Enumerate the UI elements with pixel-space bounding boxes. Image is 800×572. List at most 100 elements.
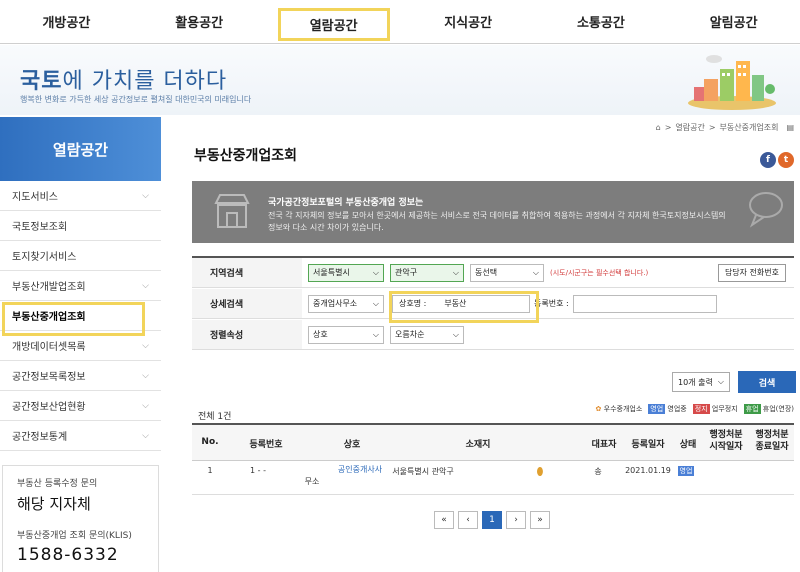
table-row[interactable]: 1 1 - - 무소 공인중개사사 서울특별시 관악구 ⬮ 송 2021.01.… [192, 461, 794, 495]
trade-name-highlight [389, 291, 539, 323]
detail-type-select[interactable]: 중개업사무소 ⌵ [308, 294, 384, 313]
info-title: 국가공간정보포털의 부동산중개업 정보는 [268, 198, 424, 208]
map-pin-icon[interactable]: ⬮ [534, 465, 546, 479]
table-header: No. 등록번호 상호 소재지 대표자 등록일자 상태 행정처분 시작일자 행정… [192, 425, 794, 461]
legend-text: 업무정지 [711, 405, 738, 413]
nav-use-space[interactable]: 활용공간 [133, 0, 266, 43]
speech-bubble-icon [749, 192, 783, 228]
sidebar-item-label: 개방데이터셋목록 [12, 342, 86, 353]
status-legend: ✿ 우수중개업소 영업 영업중 정지 업무정지 휴업 휴업(연장) [596, 404, 794, 414]
sidebar-item-label: 국토정보조회 [12, 222, 68, 233]
legend-text: 휴업(연장) [762, 405, 794, 413]
sidebar-item-land-search[interactable]: 토지찾기서비스 [0, 241, 161, 271]
cell-sub: 무소 [304, 477, 320, 486]
legend-text: 우수중개업소 [603, 405, 643, 413]
first-page-button[interactable]: « [434, 511, 454, 529]
breadcrumb-item[interactable]: 열람공간 [675, 122, 704, 133]
page-size-value: 10개 출력 [678, 377, 713, 387]
breadcrumb-sep: > [708, 123, 716, 132]
nav-communication-space[interactable]: 소통공간 [535, 0, 668, 43]
chevron-down-icon: ⌵ [717, 377, 724, 386]
banner-title-highlight: 국토 [20, 69, 63, 94]
contact-label-edit: 부동산 등록수정 문의 [17, 479, 98, 489]
last-page-button[interactable]: » [530, 511, 550, 529]
sidebar-item-land-info[interactable]: 국토정보조회 [0, 211, 161, 241]
reg-no-label: 등록번호 : [534, 299, 569, 308]
search-button[interactable]: 검색 [738, 371, 796, 393]
col-status: 상태 [679, 440, 697, 450]
sort-label: 정렬속성 [192, 320, 302, 349]
legend-tag: 영업 [648, 404, 666, 414]
page-size-select[interactable]: 10개 출력 ⌵ [672, 372, 730, 392]
contact-phone-button[interactable]: 담당자 전화번호 [717, 263, 786, 282]
sidebar-item-label: 공간정보산업현황 [12, 402, 86, 413]
home-icon[interactable]: ⌂ [656, 123, 661, 132]
chevron-down-icon: ⌵ [372, 267, 379, 277]
sort-order-value: 오름차순 [395, 330, 425, 339]
sigungu-select[interactable]: 관악구 ⌵ [390, 263, 464, 282]
banner: 국토에 가치를 더하다 행복한 변화로 가득한 세상 공간정보로 펼쳐질 대한민… [0, 45, 800, 115]
prev-page-button[interactable]: ‹ [458, 511, 478, 529]
nav-open-space[interactable]: 개방공간 [0, 0, 133, 43]
cell-name-link[interactable]: 공인중개사사 [330, 464, 390, 475]
legend-text: 영업중 [667, 405, 687, 413]
print-icon[interactable]: ▤ [786, 123, 794, 132]
city-illustration-icon [688, 55, 776, 110]
nav-browse-space[interactable]: 열람공간 [277, 8, 390, 41]
sidebar-item-spatial-catalog[interactable]: 공간정보목록정보 ⌵ [0, 361, 161, 391]
contact-value-local-gov: 해당 지자체 [17, 495, 91, 513]
chevron-down-icon: ⌵ [452, 267, 459, 277]
nav-notice-space[interactable]: 알림공간 [667, 0, 800, 43]
required-note: (시도/시군구는 필수선택 합니다.) [550, 268, 649, 277]
result-table: No. 등록번호 상호 소재지 대표자 등록일자 상태 행정처분 시작일자 행정… [192, 423, 794, 495]
reg-no-input[interactable] [572, 294, 717, 313]
dong-value: 동선택 [475, 268, 498, 277]
sidebar-item-real-estate-broker[interactable]: 부동산중개업조회 [0, 301, 161, 336]
social-share: f t [760, 152, 794, 168]
sidebar-item-label: 부동산개발업조회 [12, 282, 86, 293]
banner-subtitle: 행복한 변화로 가득한 세상 공간정보로 펼쳐질 대한민국의 미래입니다 [20, 95, 252, 104]
cell-reg-no: 1 - - [250, 466, 266, 475]
main-content: ⌂ > 열람공간 > 부동산중개업조회 ▤ 부동산중개업조회 f t 국가공간정… [192, 117, 800, 572]
chevron-down-icon: ⌵ [452, 329, 459, 339]
sidebar-item-open-dataset[interactable]: 개방데이터셋목록 ⌵ [0, 331, 161, 361]
info-description: 전국 각 지자체의 정보를 모아서 한곳에서 제공하는 서비스로 전국 데이터를… [268, 211, 726, 232]
sidebar-item-map-service[interactable]: 지도서비스 ⌵ [0, 181, 161, 211]
legend-closed: 휴업 휴업(연장) [743, 404, 794, 414]
sidebar-item-label: 부동산중개업조회 [12, 312, 86, 323]
region-label: 지역검색 [192, 258, 302, 287]
col-no: No. [201, 437, 219, 447]
col-action-start: 행정처분 시작일자 [709, 430, 743, 452]
sort-row: 정렬속성 상호 ⌵ 오름차순 ⌵ [192, 320, 794, 350]
excellent-badge-icon: ✿ [595, 405, 602, 413]
breadcrumb-sep: > [664, 123, 672, 132]
legend-open: 영업 영업중 [648, 404, 687, 414]
sort-field-value: 상호 [313, 330, 328, 339]
chevron-down-icon: ⌵ [372, 298, 379, 308]
sort-order-select[interactable]: 오름차순 ⌵ [390, 325, 464, 344]
cell-address: 서울특별시 관악구 [392, 467, 454, 476]
contact-phone: 1588-6332 [17, 545, 119, 565]
chevron-down-icon: ⌵ [372, 329, 379, 339]
facebook-icon[interactable]: f [760, 152, 776, 168]
breadcrumb-item: 부동산중개업조회 [719, 123, 779, 132]
sidebar-item-label: 지도서비스 [12, 192, 58, 203]
detail-label: 상세검색 [192, 289, 302, 318]
page-button-current[interactable]: 1 [482, 511, 502, 529]
legend-tag: 정지 [692, 404, 710, 414]
twitter-icon[interactable]: t [778, 152, 794, 168]
nav-knowledge-space[interactable]: 지식공간 [402, 0, 535, 43]
next-page-button[interactable]: › [506, 511, 526, 529]
sidebar-item-industry-status[interactable]: 공간정보산업현황 ⌵ [0, 391, 161, 421]
banner-title: 국토에 가치를 더하다 [20, 63, 227, 95]
sidebar-item-real-estate-dev[interactable]: 부동산개발업조회 ⌵ [0, 271, 161, 301]
pagination: « ‹ 1 › » [434, 511, 550, 529]
chevron-down-icon: ⌵ [142, 190, 149, 201]
sort-field-select[interactable]: 상호 ⌵ [308, 325, 384, 344]
sido-select[interactable]: 서울특별시 ⌵ [308, 263, 384, 282]
result-total: 전체 1건 [198, 412, 232, 422]
dong-select[interactable]: 동선택 ⌵ [470, 263, 544, 282]
sidebar-item-statistics[interactable]: 공간정보통계 ⌵ [0, 421, 161, 451]
cell-rep: 송 [594, 467, 602, 476]
chevron-down-icon: ⌵ [142, 280, 149, 291]
